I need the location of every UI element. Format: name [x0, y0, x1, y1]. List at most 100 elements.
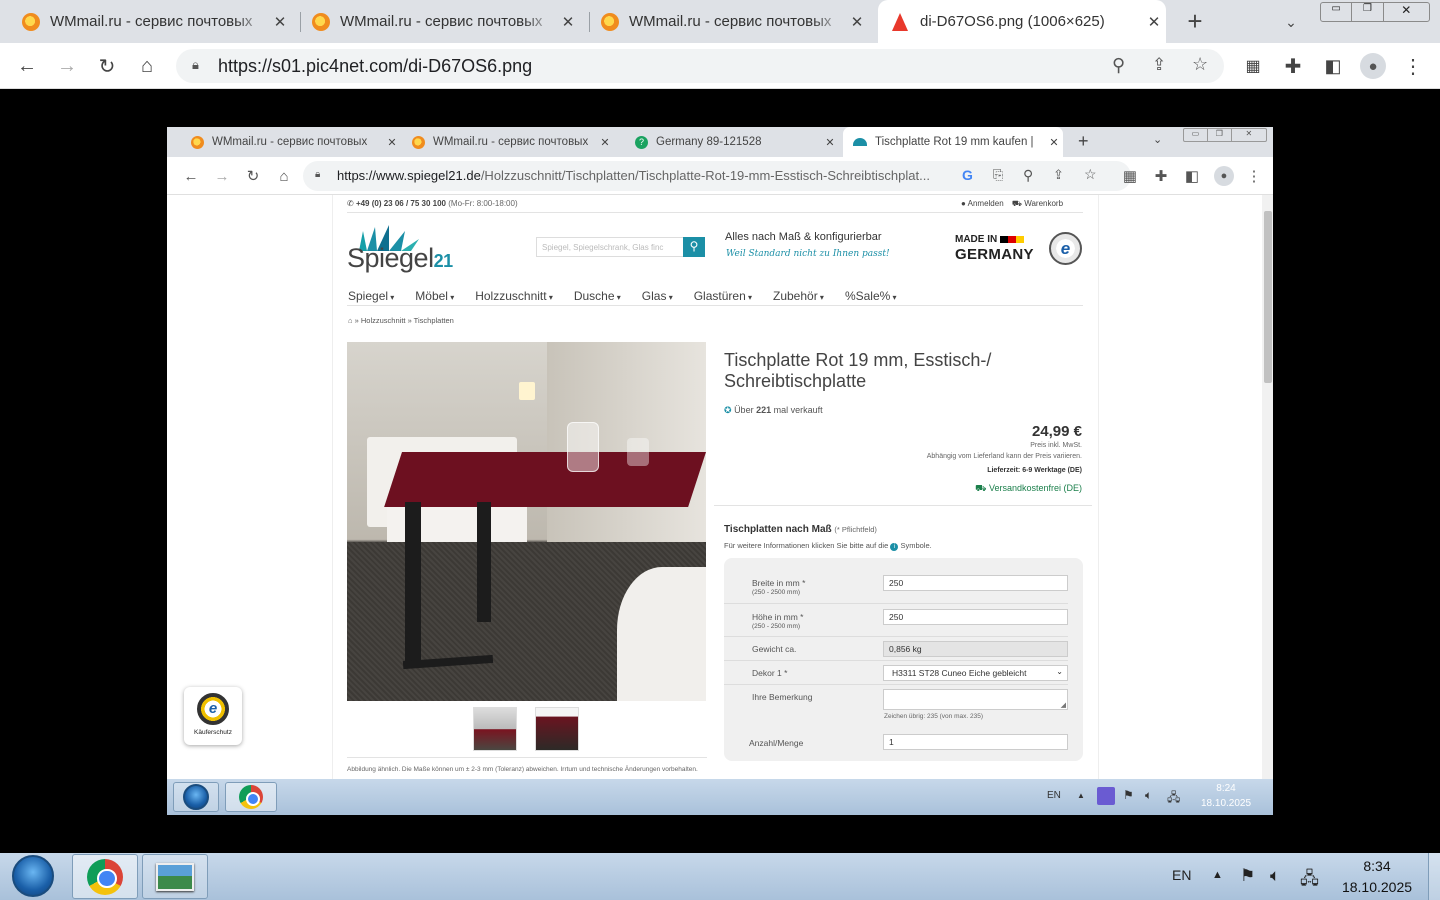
close-tab-icon[interactable]: ✕	[556, 13, 580, 31]
weight-row: Gewicht ca. 0,856 kg	[724, 637, 1068, 661]
trusted-shops-icon: e	[1049, 232, 1082, 265]
cart-icon: ⛟	[1011, 199, 1022, 208]
login-link: Anmelden	[967, 199, 1004, 208]
tab-title: WMmail.ru - сервис почтовых	[212, 136, 368, 148]
extensions-puzzle-icon[interactable]: ✚	[1278, 51, 1308, 81]
trust-label: Käuferschutz	[194, 729, 232, 736]
network-icon[interactable]: 🖧	[1300, 866, 1319, 895]
inner-time: 8:24	[1216, 783, 1236, 794]
network-icon: 🖧	[1167, 790, 1181, 804]
phone-number: +49 (0) 23 06 / 75 30 100	[355, 199, 447, 208]
tray-arrow-icon: ▲	[1077, 791, 1085, 800]
inner-tab-3: ? Germany 89-121528 ✕	[635, 127, 839, 157]
forward-arrow-icon: →	[214, 167, 230, 185]
site-search-input: Spiegel, Spiegelschrank, Glas finc	[536, 237, 684, 257]
windows-taskbar: EN ▲ ⚑ 🔈︎ 🖧 8:34 18.10.2025	[0, 853, 1440, 900]
translate-icon: ⎘	[993, 167, 1004, 182]
decor-select: H3311 ST28 Cuneo Eiche gebleicht ⌄	[883, 665, 1068, 681]
close-tab-icon[interactable]: ✕	[1142, 13, 1166, 31]
inner-tab-strip: WMmail.ru - сервис почтовых ✕ WMmail.ru …	[167, 127, 1273, 157]
outer-tab-3[interactable]: WMmail.ru - сервис почтовых ✕	[601, 0, 869, 43]
volume-icon[interactable]: 🔈︎	[1270, 866, 1280, 886]
width-row: Breite in mm * (250 - 2500 mm) 250	[724, 570, 1068, 604]
close-tab-icon: ✕	[1049, 136, 1059, 149]
reload-icon[interactable]: ↻	[92, 51, 122, 81]
sold-prefix: Über	[734, 405, 754, 415]
google-icon: G	[962, 167, 973, 183]
main-menu: Spiegel Möbel Holzzuschnitt Dusche Glas Glast…	[348, 287, 918, 305]
chrome-taskbar-button[interactable]	[72, 854, 138, 899]
height-row: Höhe in mm * (250 - 2500 mm) 250	[724, 604, 1068, 637]
menu-item: %Sale%	[845, 289, 897, 303]
inner-tab-2: WMmail.ru - сервис почтовых ✕	[412, 127, 614, 157]
width-label-text: Breite in mm *	[752, 578, 806, 588]
height-label-text: Höhe in mm *	[752, 612, 804, 622]
menu-item: Holzzuschnitt	[475, 289, 553, 303]
inner-lang: EN	[1047, 790, 1061, 801]
minimize-button[interactable]: ▭	[1321, 3, 1353, 21]
width-label: Breite in mm * (250 - 2500 mm)	[752, 579, 805, 597]
system-clock[interactable]: 8:34 18.10.2025	[1336, 858, 1418, 895]
qr-code-icon[interactable]: ▦	[1238, 51, 1268, 81]
inner-taskbar: EN ▲ ⚑ 🔈︎ 🖧 8:24 18.10.2025	[167, 779, 1273, 815]
lock-icon: 🔒︎	[192, 57, 199, 72]
photo-viewer-taskbar-button[interactable]	[142, 854, 208, 899]
maximize-button[interactable]: ❐	[1352, 3, 1384, 21]
scrollbar-thumb	[1264, 211, 1272, 383]
close-window-button[interactable]: ✕	[1384, 3, 1429, 21]
back-arrow-icon: ←	[183, 167, 199, 185]
logo-text: Spiegel	[347, 243, 434, 273]
chars-left: Zeichen übrig: 235 (von max. 235)	[884, 713, 983, 720]
inner-tab-4-active: Tischplatte Rot 19 mm kaufen | ✕	[843, 127, 1063, 157]
decor-label: Dekor 1 *	[752, 668, 788, 678]
tray-arrow-icon[interactable]: ▲	[1212, 869, 1223, 881]
outer-url-text: https://s01.pic4net.com/di-D67OS6.png	[218, 56, 533, 76]
zoom-icon: ⚲	[1023, 167, 1034, 183]
start-button[interactable]	[12, 855, 54, 897]
product-image	[347, 342, 706, 701]
menu-item: Spiegel	[348, 289, 394, 303]
back-arrow-icon[interactable]: ←	[12, 51, 42, 81]
menu-kebab-icon[interactable]: ⋮	[1398, 51, 1428, 81]
note-row: Ihre Bemerkung ◢ Zeichen übrig: 235 (von…	[724, 685, 1068, 731]
info-text: Für weitere Informationen klicken Sie bi…	[724, 541, 889, 550]
reload-icon: ↻	[246, 168, 260, 185]
config-title-text: Tischplatten nach Maß	[724, 524, 832, 535]
breadcrumb: ⌂ » Holzzuschnitt » Tischplatten	[348, 316, 454, 325]
search-icon: ⚲	[683, 237, 705, 257]
home-icon[interactable]: ⌂	[132, 51, 162, 81]
logo: Spiegel21	[347, 243, 453, 274]
account-links: ● Anmelden ⛟ Warenkorb	[961, 199, 1063, 209]
clock-date: 18.10.2025	[1341, 879, 1413, 895]
menu-item: Glas	[642, 289, 673, 303]
profile-avatar-icon[interactable]: ●	[1360, 53, 1386, 79]
show-desktop-button[interactable]	[1428, 853, 1440, 900]
web-page: ✆ +49 (0) 23 06 / 75 30 100 (Mo-Fr: 8:00…	[167, 195, 1262, 779]
tab-title: WMmail.ru - сервис почтовых	[433, 136, 589, 148]
pen-tray-icon	[1097, 787, 1115, 805]
side-panel-icon[interactable]: ◧	[1318, 51, 1348, 81]
chrome-icon	[87, 858, 123, 895]
close-tab-icon[interactable]: ✕	[268, 13, 292, 31]
config-title: Tischplatten nach Maß (* Pflichtfeld)	[724, 524, 877, 535]
new-tab-button[interactable]: +	[1180, 6, 1210, 36]
screenshot-image: WMmail.ru - сервис почтовых ✕ WMmail.ru …	[167, 127, 1273, 815]
tab-search-chevron-icon[interactable]: ⌄	[1276, 7, 1306, 37]
outer-tab-2[interactable]: WMmail.ru - сервис почтовых ✕	[312, 0, 580, 43]
outer-address-bar[interactable]: 🔒︎ https://s01.pic4net.com/di-D67OS6.png…	[176, 49, 1224, 83]
language-indicator[interactable]: EN	[1172, 867, 1191, 883]
zoom-icon[interactable]: ⚲	[1112, 55, 1125, 76]
close-tab-icon: ✕	[825, 136, 835, 149]
slogan: Weil Standard nicht zu Ihnen passt!	[726, 249, 890, 259]
share-icon[interactable]: ⇪	[1152, 55, 1166, 75]
chevron-down-icon: ⌄	[1056, 667, 1063, 676]
height-label: Höhe in mm * (250 - 2500 mm)	[752, 613, 804, 631]
forward-arrow-icon[interactable]: →	[52, 51, 82, 81]
outer-tab-1[interactable]: WMmail.ru - сервис почтовых ✕	[22, 0, 292, 43]
close-tab-icon[interactable]: ✕	[845, 13, 869, 31]
outer-tab-4-active[interactable]: di-D67OS6.png (1006×625) ✕	[878, 0, 1166, 43]
bookmark-star-icon[interactable]: ☆	[1192, 54, 1208, 75]
action-center-flag-icon[interactable]: ⚑	[1240, 866, 1255, 886]
share-icon: ⇪	[1053, 167, 1064, 182]
menu-item: Glastüren	[694, 289, 752, 303]
